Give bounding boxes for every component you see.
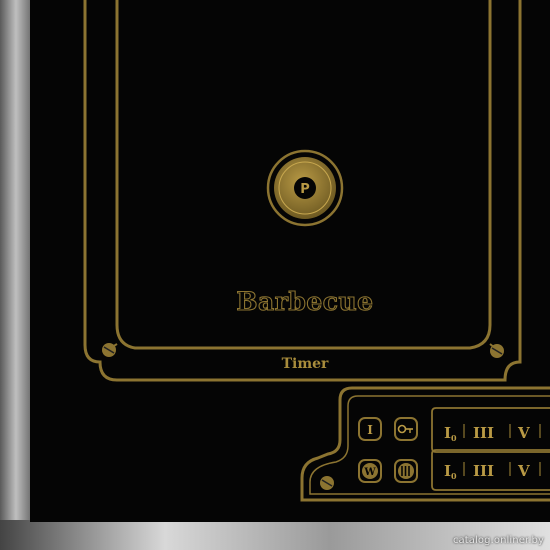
screw-icon xyxy=(490,344,504,358)
slider-mark: III xyxy=(473,424,494,442)
zone-power-button[interactable]: P xyxy=(266,149,344,227)
slider-mark: V xyxy=(517,462,530,480)
screw-icon xyxy=(320,476,334,490)
power-on-off-icon: I xyxy=(367,423,373,437)
power-p-icon: P xyxy=(300,182,310,197)
slider-mark: III xyxy=(473,462,494,480)
screw-icon xyxy=(102,343,116,357)
slider-mark: I xyxy=(444,424,451,442)
timer-label: Timer xyxy=(282,356,329,372)
watermark: catalog.onliner.by xyxy=(452,535,544,546)
slider-mark: I xyxy=(444,462,451,480)
glass-surface xyxy=(30,0,550,522)
zone-label: Barbecue xyxy=(236,287,373,316)
cooktop-panel: P Barbecue Timer I W I 0 III V I 0 III V xyxy=(0,0,550,550)
slider-mark: V xyxy=(517,424,530,442)
steel-frame-left xyxy=(0,0,32,550)
slider-mark: 0 xyxy=(451,433,457,443)
warming-w-icon: W xyxy=(363,467,376,478)
slider-mark: 0 xyxy=(451,471,457,481)
